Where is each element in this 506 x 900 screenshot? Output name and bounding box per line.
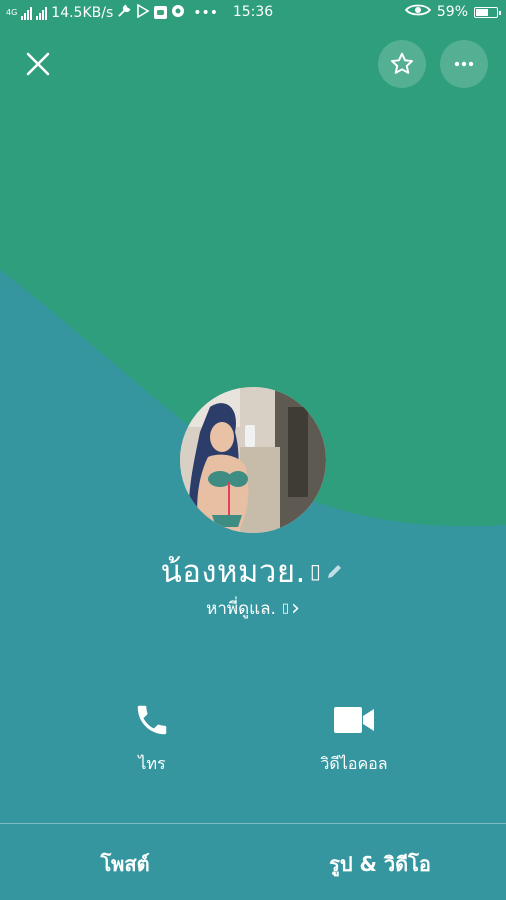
profile-avatar[interactable] xyxy=(180,387,326,533)
close-icon xyxy=(26,52,50,76)
tab-photos-videos[interactable]: รูป & วิดีโอ xyxy=(300,848,460,880)
chevron-right-icon: › xyxy=(291,596,300,621)
avatar-photo xyxy=(180,387,326,533)
more-icon xyxy=(454,61,474,67)
status-emoji: ▯ xyxy=(281,601,290,616)
profile-name: น้องหมวย. xyxy=(160,554,306,590)
tab-divider xyxy=(0,823,506,824)
battery-percent: 59% xyxy=(436,4,468,20)
name-emoji: ▯ xyxy=(309,559,322,583)
video-camera-icon xyxy=(334,707,374,733)
battery-icon xyxy=(474,6,501,18)
favorite-button[interactable] xyxy=(378,40,426,88)
phone-icon xyxy=(137,705,167,735)
call-label: ไทร xyxy=(138,754,166,773)
more-options-button[interactable] xyxy=(440,40,488,88)
status-message-row[interactable]: หาพี่ดูแล. ▯ › xyxy=(0,595,506,622)
eye-icon xyxy=(404,3,432,21)
video-call-label: วิดีไอคอล xyxy=(320,754,388,773)
call-action[interactable]: ไทร xyxy=(92,700,212,777)
video-call-action[interactable]: วิดีไอคอล xyxy=(294,700,414,777)
profile-name-row: น้องหมวย. ▯ xyxy=(0,546,506,596)
status-right: 59% xyxy=(404,3,501,21)
status-message: หาพี่ดูแล. xyxy=(206,599,276,619)
edit-name-button[interactable] xyxy=(325,561,345,581)
star-icon xyxy=(390,52,414,74)
pencil-icon xyxy=(328,565,342,578)
status-bar: 4G 14.5KB/s ••• 15:36 59% xyxy=(0,0,506,26)
close-button[interactable] xyxy=(20,46,56,82)
tab-posts[interactable]: โพสต์ xyxy=(60,848,190,880)
